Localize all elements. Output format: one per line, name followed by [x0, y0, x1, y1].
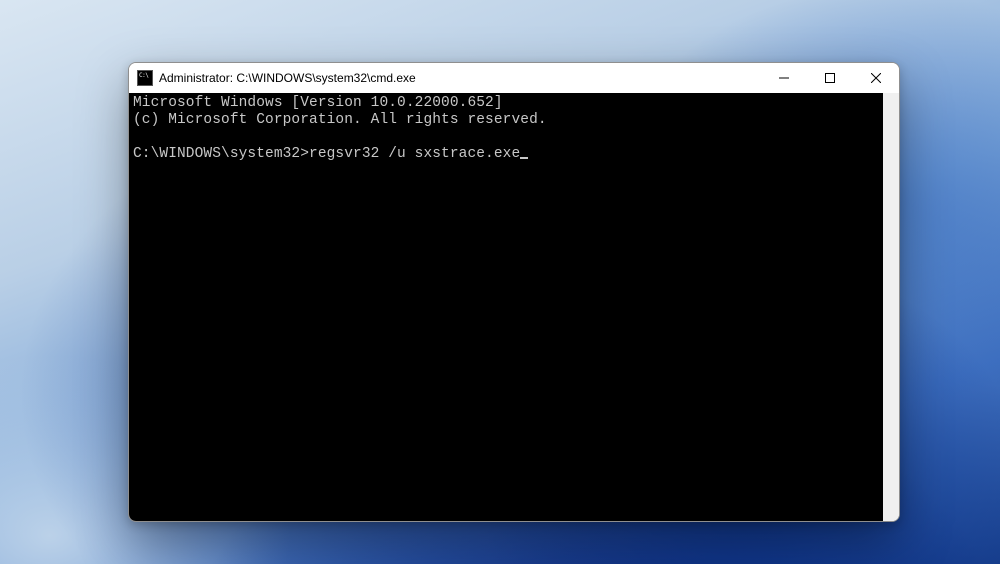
close-icon	[871, 73, 881, 83]
vertical-scrollbar[interactable]	[883, 93, 899, 521]
terminal-area: Microsoft Windows [Version 10.0.22000.65…	[129, 93, 899, 521]
minimize-icon	[779, 73, 789, 83]
banner-line-1: Microsoft Windows [Version 10.0.22000.65…	[133, 95, 503, 111]
banner-line-2: (c) Microsoft Corporation. All rights re…	[133, 112, 547, 128]
cmd-icon	[137, 70, 153, 86]
cmd-window: Administrator: C:\WINDOWS\system32\cmd.e…	[128, 62, 900, 522]
maximize-icon	[825, 73, 835, 83]
maximize-button[interactable]	[807, 63, 853, 93]
titlebar[interactable]: Administrator: C:\WINDOWS\system32\cmd.e…	[129, 63, 899, 93]
scrollbar-track	[883, 93, 899, 521]
close-button[interactable]	[853, 63, 899, 93]
window-title: Administrator: C:\WINDOWS\system32\cmd.e…	[159, 71, 761, 85]
prompt: C:\WINDOWS\system32>	[133, 146, 309, 162]
text-cursor	[520, 157, 528, 159]
minimize-button[interactable]	[761, 63, 807, 93]
typed-command: regsvr32 /u sxstrace.exe	[309, 146, 520, 162]
window-controls	[761, 63, 899, 93]
terminal[interactable]: Microsoft Windows [Version 10.0.22000.65…	[129, 93, 883, 521]
